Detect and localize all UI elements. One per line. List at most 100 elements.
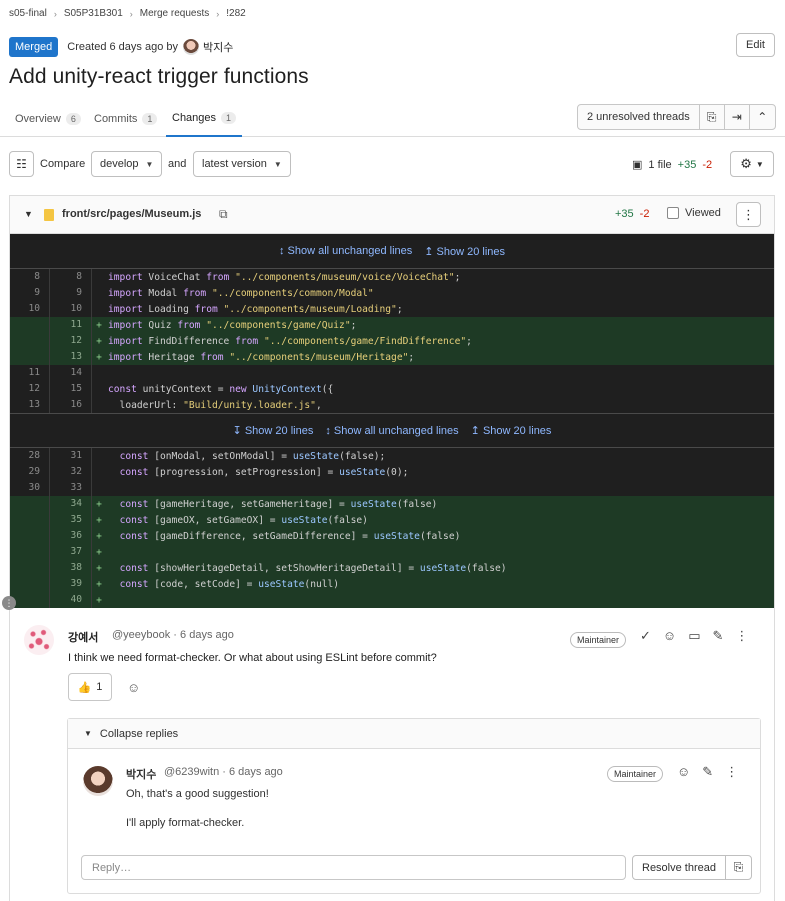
expand-discussion-icon[interactable]: ⋮ (2, 596, 16, 610)
old-line-number[interactable] (10, 317, 50, 333)
old-line-number[interactable] (10, 592, 50, 608)
diff-line-added[interactable]: 37 + (10, 544, 774, 560)
new-line-number[interactable]: 36 (50, 528, 92, 544)
expand-20-down-button[interactable]: ↧ Show 20 lines (233, 424, 314, 437)
edit-button[interactable]: Edit (736, 33, 775, 57)
edit-pencil-icon[interactable]: ✎ (712, 628, 723, 644)
old-line-number[interactable]: 11 (10, 365, 50, 381)
diff-line-added[interactable]: 39 + const [code, setCode] = useState(nul… (10, 576, 774, 592)
add-reaction-icon[interactable]: ☺ (127, 680, 140, 695)
old-line-number[interactable]: 10 (10, 301, 50, 317)
expand-20-up-button[interactable]: ↥ Show 20 lines (424, 245, 505, 258)
version-dropdown[interactable]: latest version ▼ (193, 151, 291, 177)
new-line-number[interactable]: 14 (50, 365, 92, 381)
new-line-number[interactable]: 39 (50, 576, 92, 592)
diff-settings-button[interactable]: ⚙ ▼ (730, 151, 774, 177)
old-line-number[interactable] (10, 496, 50, 512)
chevron-up-icon[interactable]: ⌃ (750, 105, 775, 129)
copy-icon[interactable]: ⧉ (219, 207, 228, 222)
breadcrumb-item-project[interactable]: S05P31B301 (64, 8, 123, 19)
collapse-replies-button[interactable]: ▼ Collapse replies (68, 719, 760, 749)
new-line-number[interactable]: 9 (50, 285, 92, 301)
new-line-number[interactable]: 35 (50, 512, 92, 528)
breadcrumb-item-mr-id[interactable]: !282 (226, 8, 245, 19)
diff-line-context[interactable]: 10 10 import Loading from "../components/m… (10, 301, 774, 317)
old-line-number[interactable] (10, 512, 50, 528)
comment-author[interactable]: 강예서 (68, 629, 98, 645)
new-line-number[interactable]: 37 (50, 544, 92, 560)
more-vertical-icon[interactable]: ⋮ (735, 628, 748, 644)
diff-stats[interactable]: ▣ 1 file +35 -2 (632, 158, 712, 172)
resolve-check-icon[interactable]: ✓ (640, 628, 651, 644)
smiley-icon[interactable]: ☺ (677, 764, 690, 780)
diff-line-added[interactable]: 40 + (10, 592, 774, 608)
old-line-number[interactable] (10, 349, 50, 365)
new-line-number[interactable]: 13 (50, 349, 92, 365)
checkbox[interactable] (667, 207, 679, 219)
file-path[interactable]: front/src/pages/Museum.js (62, 208, 201, 220)
unresolved-threads-button[interactable]: 2 unresolved threads (578, 105, 700, 129)
new-line-number[interactable]: 11 (50, 317, 92, 333)
old-line-number[interactable]: 8 (10, 269, 50, 285)
diff-line-added[interactable]: 12 + import FindDifference from "../compon… (10, 333, 774, 349)
diff-line-added[interactable]: 35 + const [gameOX, setGameOX] = useState… (10, 512, 774, 528)
old-line-number[interactable] (10, 576, 50, 592)
viewed-checkbox[interactable]: Viewed (667, 207, 721, 219)
breadcrumb-item-project-group[interactable]: s05-final (9, 8, 47, 19)
new-line-number[interactable]: 16 (50, 397, 92, 413)
next-thread-icon[interactable]: ⇥ (725, 105, 750, 129)
diff-line-added[interactable]: 13 + import Heritage from "../components/m… (10, 349, 774, 365)
expand-20-up-button[interactable]: ↥ Show 20 lines (471, 424, 552, 437)
old-line-number[interactable]: 9 (10, 285, 50, 301)
old-line-number[interactable]: 12 (10, 381, 50, 397)
avatar[interactable] (24, 625, 54, 655)
new-line-number[interactable]: 33 (50, 480, 92, 496)
old-line-number[interactable]: 13 (10, 397, 50, 413)
smiley-icon[interactable]: ☺ (663, 628, 676, 644)
avatar[interactable] (83, 766, 113, 796)
new-line-number[interactable]: 10 (50, 301, 92, 317)
new-line-number[interactable]: 40 (50, 592, 92, 608)
new-line-number[interactable]: 12 (50, 333, 92, 349)
breadcrumb-item-merge-requests[interactable]: Merge requests (140, 8, 209, 19)
base-branch-dropdown[interactable]: develop ▼ (91, 151, 163, 177)
expand-all-button[interactable]: ↕ Show all unchanged lines (325, 425, 458, 437)
tab-changes[interactable]: Changes 1 (166, 100, 243, 137)
new-line-number[interactable]: 34 (50, 496, 92, 512)
old-line-number[interactable] (10, 528, 50, 544)
file-tree-toggle-icon[interactable]: ☷ (9, 151, 34, 177)
thumbs-up-reaction-button[interactable]: 👍 1 (68, 673, 112, 701)
diff-line-context[interactable]: 12 15 const unityContext = new UnityContex… (10, 381, 774, 397)
new-issue-icon[interactable]: ⎘ (726, 856, 751, 879)
diff-line-added[interactable]: 11 + import Quiz from "../components/game/… (10, 317, 774, 333)
avatar[interactable] (182, 39, 199, 55)
file-options-button[interactable]: ⋮ (736, 202, 761, 227)
diff-line-context[interactable]: 28 31 const [onModal, setOnModal] = useSt… (10, 448, 774, 464)
diff-line-added[interactable]: 34 + const [gameHeritage, setGameHeritage… (10, 496, 774, 512)
diff-line-added[interactable]: 38 + const [showHeritageDetail, setShowHe… (10, 560, 774, 576)
old-line-number[interactable] (10, 560, 50, 576)
more-vertical-icon[interactable]: ⋮ (725, 764, 738, 780)
reply-icon[interactable]: ▭ (688, 628, 700, 644)
jump-to-file-icon[interactable]: ⎘ (700, 105, 725, 129)
new-line-number[interactable]: 15 (50, 381, 92, 397)
old-line-number[interactable] (10, 544, 50, 560)
diff-line-context[interactable]: 11 14 (10, 365, 774, 381)
old-line-number[interactable] (10, 333, 50, 349)
diff-line-context[interactable]: 29 32 const [progression, setProgression]… (10, 464, 774, 480)
old-line-number[interactable]: 29 (10, 464, 50, 480)
new-line-number[interactable]: 8 (50, 269, 92, 285)
new-line-number[interactable]: 31 (50, 448, 92, 464)
diff-line-added[interactable]: 36 + const [gameDifference, setGameDiffer… (10, 528, 774, 544)
new-line-number[interactable]: 38 (50, 560, 92, 576)
diff-line-context[interactable]: 13 16 loaderUrl: "Build/unity.loader.js", (10, 397, 774, 413)
old-line-number[interactable]: 30 (10, 480, 50, 496)
old-line-number[interactable]: 28 (10, 448, 50, 464)
tab-overview[interactable]: Overview 6 (15, 100, 81, 137)
diff-line-context[interactable]: 8 8 import VoiceChat from "../components/m… (10, 269, 774, 285)
tab-commits[interactable]: Commits 1 (94, 100, 158, 137)
chevron-down-icon[interactable]: ▼ (24, 209, 33, 219)
new-line-number[interactable]: 32 (50, 464, 92, 480)
reply-author[interactable]: 박지수 (126, 766, 156, 782)
diff-line-context[interactable]: 9 9 import Modal from "../components/commo… (10, 285, 774, 301)
